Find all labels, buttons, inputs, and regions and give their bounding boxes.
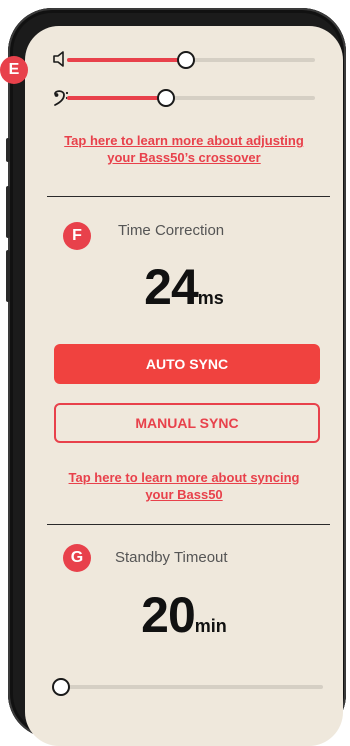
- standby-timeout-title: Standby Timeout: [115, 549, 228, 566]
- phone-volume-down-button: [6, 250, 10, 302]
- standby-timeout-readout: 20min: [25, 586, 343, 644]
- treble-slider-handle[interactable]: [177, 51, 196, 69]
- manual-sync-button[interactable]: MANUAL SYNC: [54, 403, 320, 443]
- crossover-help-link-line1: Tap here to learn more about adjusting: [64, 133, 304, 148]
- section-divider: [47, 196, 330, 197]
- crossover-help-link-line2: your Bass50’s crossover: [107, 150, 261, 165]
- sync-help-link-line2: your Bass50: [145, 487, 223, 502]
- bass-slider[interactable]: [67, 89, 315, 107]
- phone-volume-up-button: [6, 186, 10, 238]
- standby-slider-handle[interactable]: [52, 678, 70, 696]
- phone-side-button: [6, 138, 10, 162]
- bass-slider-handle[interactable]: [157, 89, 176, 107]
- sync-help-link-line1: Tap here to learn more about syncing: [68, 470, 300, 485]
- treble-slider[interactable]: [67, 51, 315, 69]
- treble-slider-fill: [67, 58, 187, 62]
- time-correction-title: Time Correction: [118, 222, 225, 239]
- callout-e: E: [0, 56, 28, 84]
- app-screen: Tap here to learn more about adjusting y…: [25, 26, 343, 746]
- callout-f: F: [63, 222, 91, 250]
- sync-help-link[interactable]: Tap here to learn more about syncing you…: [25, 469, 343, 503]
- time-correction-readout: 24ms: [25, 258, 343, 316]
- treble-slider-row: [25, 48, 343, 72]
- time-correction-unit: ms: [197, 288, 224, 308]
- standby-timeout-slider[interactable]: [52, 678, 323, 696]
- time-correction-value: 24: [144, 259, 199, 315]
- standby-timeout-unit: min: [194, 616, 227, 636]
- crossover-help-link[interactable]: Tap here to learn more about adjusting y…: [25, 132, 343, 166]
- callout-g: G: [63, 544, 91, 572]
- phone-frame: Tap here to learn more about adjusting y…: [6, 8, 346, 746]
- section-divider: [47, 524, 330, 525]
- auto-sync-button[interactable]: AUTO SYNC: [54, 344, 320, 384]
- bass-slider-row: [25, 86, 343, 110]
- standby-timeout-value: 20: [141, 587, 196, 643]
- bass-slider-fill: [67, 96, 167, 100]
